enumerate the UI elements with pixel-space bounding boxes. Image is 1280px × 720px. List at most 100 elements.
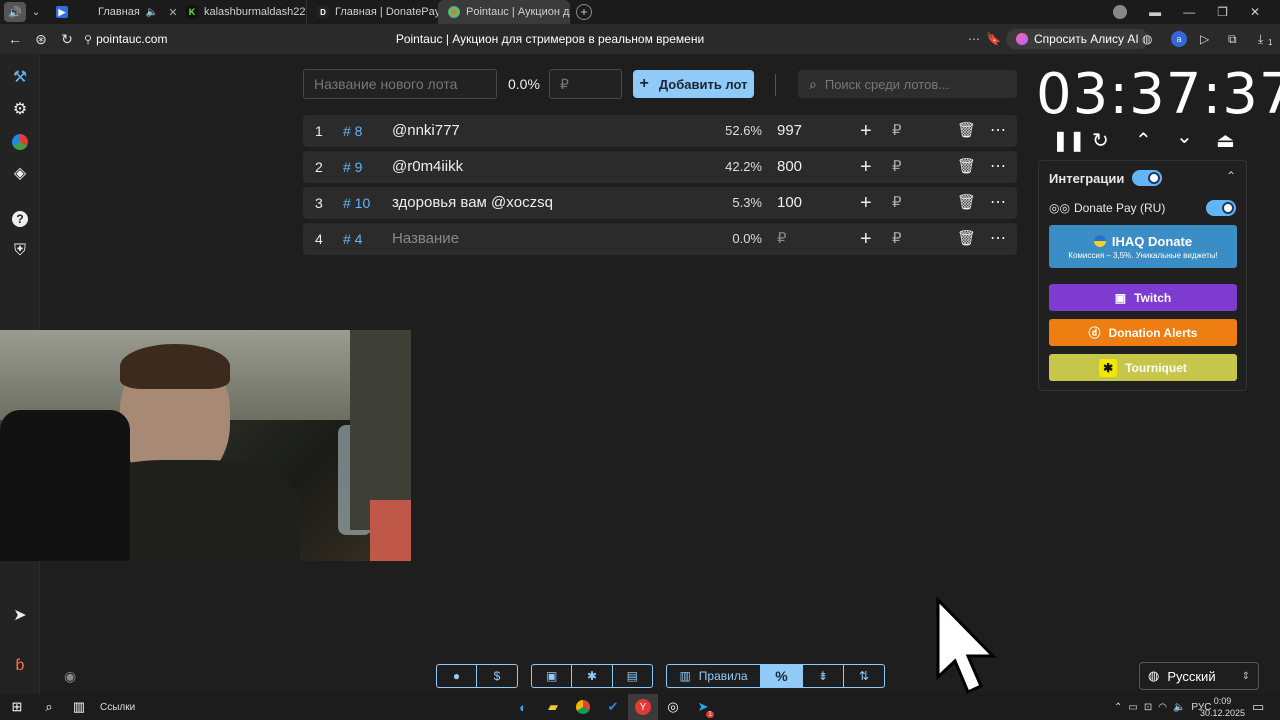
add-amount-input[interactable]: ₽: [892, 151, 902, 183]
edge-icon[interactable]: ◐: [508, 694, 538, 720]
sound-icon[interactable]: 🔊: [4, 2, 26, 22]
lot-row[interactable]: 2 # 9 @r0m4iikk 42.2% 800 + ₽ 🗑 ⋯: [303, 151, 1017, 183]
new-lot-input[interactable]: Название нового лота: [303, 69, 497, 99]
close-window-icon[interactable]: ✕: [1250, 5, 1260, 19]
tray-arrow-icon[interactable]: ⌃: [1114, 702, 1122, 713]
pause-icon[interactable]: ❚❚: [1052, 128, 1086, 153]
telegram-icon[interactable]: ➤: [8, 603, 32, 627]
delete-icon[interactable]: 🗑: [957, 115, 976, 147]
more-icon[interactable]: ⋯: [968, 32, 980, 46]
new-tab-button[interactable]: +: [576, 4, 592, 20]
chevron-up-icon[interactable]: ⌃: [1135, 128, 1152, 153]
wifi-icon[interactable]: ◠: [1158, 702, 1167, 713]
shield-check-icon[interactable]: ⛨: [8, 239, 32, 263]
bookmarks-icon[interactable]: ▬: [1149, 5, 1161, 19]
eye-icon[interactable]: ◉: [64, 668, 76, 685]
lot-amount[interactable]: 997: [777, 115, 802, 147]
donatepay-toggle[interactable]: [1206, 200, 1236, 216]
lot-id[interactable]: # 9: [343, 151, 362, 183]
volume-icon[interactable]: 🔈: [1173, 702, 1185, 713]
translate-icon[interactable]: a: [1171, 31, 1187, 47]
donation-alerts-button[interactable]: ⓓ Donation Alerts: [1049, 319, 1237, 346]
lot-id[interactable]: # 8: [343, 115, 362, 147]
more-options-icon[interactable]: ⋯: [990, 115, 1007, 147]
bug-icon[interactable]: ✱: [572, 665, 613, 687]
help-icon[interactable]: ?: [8, 207, 32, 231]
back-icon[interactable]: ←: [2, 31, 28, 47]
settings-gear-icon[interactable]: ⚙: [8, 97, 32, 121]
chevron-up-icon[interactable]: ⌃: [1226, 169, 1236, 183]
search-input[interactable]: ⌕ Поиск среди лотов...: [798, 70, 1017, 98]
collapse-up-icon[interactable]: ⏏: [1216, 128, 1235, 153]
collections-icon[interactable]: ⧉: [1228, 32, 1237, 47]
ask-alice-button[interactable]: Спросить Алису AI: [1006, 29, 1149, 49]
network-icon[interactable]: ▭: [1128, 702, 1137, 713]
delete-icon[interactable]: 🗑: [957, 187, 976, 219]
compact-icon[interactable]: ⇟: [803, 665, 844, 687]
lot-amount[interactable]: ₽: [777, 223, 787, 255]
new-lot-amount-input[interactable]: ₽: [549, 69, 622, 99]
bookmark-icon[interactable]: 🔖: [986, 32, 1001, 46]
vpn-icon[interactable]: ⊡: [1144, 702, 1152, 713]
downloads-icon[interactable]: ⤓: [1258, 32, 1263, 47]
lot-name[interactable]: @r0m4iikk: [392, 151, 463, 183]
add-amount-icon[interactable]: +: [860, 187, 872, 219]
boosty-icon[interactable]: ɓ: [8, 654, 32, 678]
lot-id[interactable]: # 4: [343, 223, 362, 255]
more-options-icon[interactable]: ⋯: [990, 187, 1007, 219]
media-icon[interactable]: ▷: [1200, 32, 1209, 46]
lot-name[interactable]: Название: [392, 223, 459, 255]
add-amount-input[interactable]: ₽: [892, 115, 902, 147]
obs-icon[interactable]: ◎: [658, 694, 688, 720]
clear-list-icon[interactable]: ▤: [613, 665, 652, 687]
chevron-down-icon[interactable]: ⌄: [1176, 124, 1193, 149]
language-select[interactable]: ◍ Русский ⇕: [1139, 662, 1259, 690]
integrations-toggle[interactable]: [1132, 170, 1162, 186]
close-icon[interactable]: ✕: [168, 6, 176, 19]
reload-icon[interactable]: ↻: [54, 31, 80, 48]
tab-donatepay[interactable]: D Главная | DonatePay ✕: [306, 0, 438, 24]
reset-icon[interactable]: ↻: [1092, 128, 1109, 153]
lot-id[interactable]: # 10: [343, 187, 370, 219]
delete-icon[interactable]: 🗑: [957, 151, 976, 183]
add-amount-icon[interactable]: +: [860, 151, 872, 183]
tab-pointauc[interactable]: Pointauc | Аукцион для ✕: [438, 0, 570, 24]
maximize-icon[interactable]: ❐: [1217, 5, 1228, 19]
delete-icon[interactable]: 🗑: [957, 223, 976, 255]
protect-icon[interactable]: ⊛: [28, 31, 54, 48]
tab-kick[interactable]: K kalashburmaldash228 Stre: [176, 0, 306, 24]
links-toolbar[interactable]: Ссылки: [100, 702, 135, 713]
lot-amount[interactable]: 100: [777, 187, 802, 219]
clock[interactable]: 0:09 30.12.2025: [1200, 695, 1245, 719]
globe-icon[interactable]: ◍: [1142, 32, 1152, 46]
lot-amount[interactable]: 800: [777, 151, 802, 183]
search-icon[interactable]: ⌕: [34, 694, 64, 720]
ihaq-donate-button[interactable]: IHAQ Donate Комиссия – 3,5%. Уникальные …: [1049, 225, 1237, 268]
mute-icon[interactable]: 🔈: [146, 7, 158, 18]
percent-toggle[interactable]: %: [761, 665, 803, 687]
lot-row[interactable]: 1 # 8 @nnki777 52.6% 997 + ₽ 🗑 ⋯: [303, 115, 1017, 147]
windows-start-icon[interactable]: ⊞: [0, 694, 34, 720]
layers-icon[interactable]: ◈: [8, 161, 32, 185]
lot-row[interactable]: 3 # 10 здоровья вам @xoczsq 5.3% 100 + ₽ 🗑 ⋯: [303, 187, 1017, 219]
github-icon[interactable]: ●: [437, 665, 478, 687]
task-view-icon[interactable]: ▥: [64, 694, 94, 720]
yandex-browser-icon[interactable]: Y: [628, 694, 658, 720]
sort-icon[interactable]: ⇅: [844, 665, 884, 687]
chevron-down-icon[interactable]: ⌄: [26, 7, 46, 18]
add-amount-input[interactable]: ₽: [892, 223, 902, 255]
tourniquet-button[interactable]: ✱ Tourniquet: [1049, 354, 1237, 381]
notifications-icon[interactable]: ▭: [1252, 699, 1264, 715]
donate-dollar-icon[interactable]: $: [477, 665, 517, 687]
folder-icon[interactable]: ▰: [538, 694, 568, 720]
lot-row[interactable]: 4 # 4 Название 0.0% ₽ + ₽ 🗑 ⋯: [303, 223, 1017, 255]
lot-name[interactable]: здоровья вам @xoczsq: [392, 187, 553, 219]
rules-button[interactable]: ▥ Правила: [667, 665, 761, 687]
wheel-icon[interactable]: [8, 130, 32, 154]
todo-icon[interactable]: ✔: [598, 694, 628, 720]
site-info-icon[interactable]: ⚲: [84, 33, 92, 46]
lot-name[interactable]: @nnki777: [392, 115, 460, 147]
url-field[interactable]: pointauc.com: [96, 32, 167, 46]
minimize-icon[interactable]: —: [1183, 5, 1195, 19]
auction-hammer-icon[interactable]: ⚒: [8, 65, 32, 89]
